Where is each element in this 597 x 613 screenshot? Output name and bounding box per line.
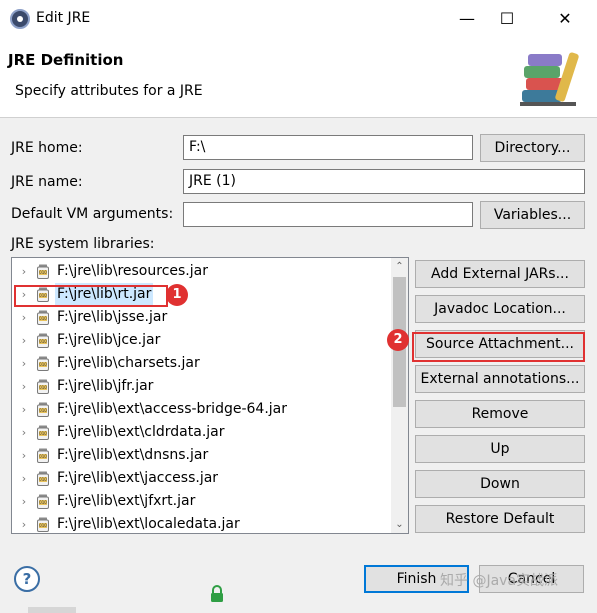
dialog-header: JRE Definition Specify attributes for a … [0,38,597,118]
expand-chevron-icon[interactable]: › [18,398,30,421]
expand-chevron-icon[interactable]: › [18,421,30,444]
svg-text:010: 010 [39,500,47,505]
jar-file-icon: 010 [36,402,50,417]
variables-button[interactable]: Variables... [480,201,585,229]
svg-text:010: 010 [39,523,47,528]
add-external-jars-button[interactable]: Add External JARs... [415,260,585,288]
vertical-scrollbar[interactable]: ⌃ ⌄ [391,258,408,533]
svg-text:010: 010 [39,316,47,321]
svg-text:010: 010 [39,408,47,413]
expand-chevron-icon[interactable]: › [18,306,30,329]
highlight-box-rt-jar [14,285,168,307]
library-path-label: F:\jre\lib\charsets.jar [57,355,200,371]
lock-icon [211,585,223,602]
maximize-button[interactable]: ☐ [487,4,527,34]
expand-chevron-icon[interactable]: › [18,513,30,533]
svg-text:010: 010 [39,339,47,344]
library-path-label: F:\jre\lib\jfr.jar [57,378,154,394]
svg-text:010: 010 [39,362,47,367]
marker-badge-1: 1 [166,284,188,306]
library-item[interactable]: › 010 F:\jre\lib\ext\jaccess.jar [12,467,393,490]
expand-chevron-icon[interactable]: › [18,260,30,283]
library-item[interactable]: › 010 F:\jre\lib\jce.jar [12,329,393,352]
jre-home-input[interactable]: F:\ [183,135,473,160]
restore-default-button[interactable]: Restore Default [415,505,585,533]
expand-chevron-icon[interactable]: › [18,467,30,490]
library-path-label: F:\jre\lib\ext\cldrdata.jar [57,424,225,440]
library-path-label: F:\jre\lib\ext\access-bridge-64.jar [57,401,287,417]
jar-file-icon: 010 [36,264,50,279]
header-title: JRE Definition [8,51,124,69]
highlight-box-source-attachment [412,332,585,362]
down-button[interactable]: Down [415,470,585,498]
directory-button[interactable]: Directory... [480,134,585,162]
jre-home-label: JRE home: [11,140,83,156]
jar-file-icon: 010 [36,471,50,486]
remove-button[interactable]: Remove [415,400,585,428]
marker-badge-2: 2 [387,329,409,351]
window-title: Edit JRE [36,10,91,26]
library-item[interactable]: › 010 F:\jre\lib\jsse.jar [12,306,393,329]
expand-chevron-icon[interactable]: › [18,444,30,467]
libraries-label: JRE system libraries: [11,236,155,252]
watermark-text: 知乎 @Java实战派 [440,573,559,589]
library-item[interactable]: › 010 F:\jre\lib\ext\jfxrt.jar [12,490,393,513]
jar-file-icon: 010 [36,310,50,325]
library-path-label: F:\jre\lib\ext\jfxrt.jar [57,493,196,509]
jre-name-input[interactable]: JRE (1) [183,169,585,194]
library-item[interactable]: › 010 F:\jre\lib\charsets.jar [12,352,393,375]
header-description: Specify attributes for a JRE [15,83,203,99]
jar-file-icon: 010 [36,517,50,532]
library-path-label: F:\jre\lib\jce.jar [57,332,161,348]
jre-name-label: JRE name: [11,174,83,190]
expand-chevron-icon[interactable]: › [18,352,30,375]
scroll-up-icon[interactable]: ⌃ [391,258,408,275]
svg-text:010: 010 [39,431,47,436]
jar-file-icon: 010 [36,356,50,371]
library-item[interactable]: › 010 F:\jre\lib\jfr.jar [12,375,393,398]
library-path-label: F:\jre\lib\jsse.jar [57,309,168,325]
library-path-label: F:\jre\lib\ext\jaccess.jar [57,470,219,486]
svg-text:010: 010 [39,270,47,275]
eclipse-app-icon [10,9,30,29]
jar-file-icon: 010 [36,333,50,348]
expand-chevron-icon[interactable]: › [18,490,30,513]
jar-file-icon: 010 [36,425,50,440]
jar-file-icon: 010 [36,494,50,509]
expand-chevron-icon[interactable]: › [18,375,30,398]
vm-arguments-input[interactable] [183,202,473,227]
library-item[interactable]: › 010 F:\jre\lib\ext\localedata.jar [12,513,393,533]
external-annotations-button[interactable]: External annotations... [415,365,585,393]
svg-text:010: 010 [39,477,47,482]
title-bar: Edit JRE — ☐ ✕ [0,0,597,38]
help-icon[interactable]: ? [14,566,40,592]
library-path-label: F:\jre\lib\resources.jar [57,263,208,279]
library-item[interactable]: › 010 F:\jre\lib\resources.jar [12,260,393,283]
library-path-label: F:\jre\lib\ext\dnsns.jar [57,447,209,463]
close-button[interactable]: ✕ [545,4,585,34]
vm-arguments-label: Default VM arguments: [11,206,174,222]
library-item[interactable]: › 010 F:\jre\lib\ext\cldrdata.jar [12,421,393,444]
jar-file-icon: 010 [36,448,50,463]
bottom-strip [28,607,76,613]
javadoc-location-button[interactable]: Javadoc Location... [415,295,585,323]
svg-text:010: 010 [39,454,47,459]
jar-file-icon: 010 [36,379,50,394]
library-path-label: F:\jre\lib\ext\localedata.jar [57,516,240,532]
library-books-icon [520,52,579,106]
minimize-button[interactable]: — [447,4,487,34]
scroll-down-icon[interactable]: ⌄ [391,516,408,533]
library-item[interactable]: › 010 F:\jre\lib\ext\access-bridge-64.jar [12,398,393,421]
library-item[interactable]: › 010 F:\jre\lib\ext\dnsns.jar [12,444,393,467]
expand-chevron-icon[interactable]: › [18,329,30,352]
up-button[interactable]: Up [415,435,585,463]
svg-text:010: 010 [39,385,47,390]
